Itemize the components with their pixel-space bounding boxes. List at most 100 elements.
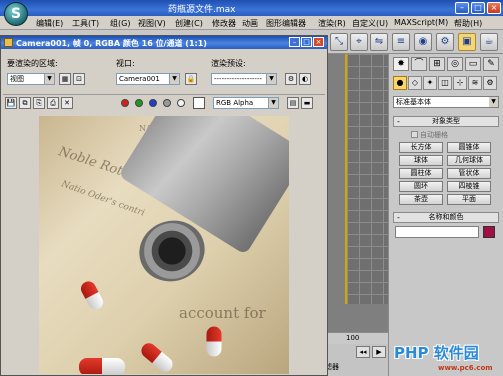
utilities-tab-icon[interactable]: ✎: [483, 57, 499, 71]
collapse-icon: -: [397, 213, 400, 222]
maximize-button[interactable]: □: [471, 2, 485, 14]
watermark: PHP 软件园 www.pc6.com: [392, 342, 502, 376]
menu-group[interactable]: 组(G): [110, 18, 130, 29]
green-channel-icon[interactable]: [135, 99, 143, 107]
chevron-down-icon: ▼: [266, 74, 276, 84]
menu-maxscript[interactable]: MAXScript(M): [394, 18, 448, 27]
render-window-title-bar: Camera001, 帧 0, RGBA 颜色 16 位/通道 (1:1) – …: [1, 36, 327, 49]
name-color-title: 名称和颜色: [428, 213, 464, 221]
align-icon[interactable]: ≡: [392, 33, 410, 51]
environment-icon[interactable]: ◐: [299, 73, 311, 85]
close-button[interactable]: ×: [487, 2, 501, 14]
space-warps-icon[interactable]: ≋: [468, 76, 482, 90]
collapse-icon: -: [397, 117, 400, 126]
box-button[interactable]: 长方体: [399, 142, 443, 153]
menu-modifiers[interactable]: 修改器: [212, 18, 236, 29]
copy-image-icon[interactable]: ⧉: [19, 97, 31, 109]
app-title-text: 药瓶源文件.max: [168, 5, 236, 15]
display-channel-select[interactable]: RGB Alpha ▼: [213, 97, 279, 109]
toggle-ui-icon[interactable]: ▬: [301, 97, 313, 109]
object-name-input[interactable]: [395, 226, 479, 238]
tube-button[interactable]: 管状体: [447, 168, 491, 179]
modify-tab-icon[interactable]: ⌒: [411, 57, 427, 71]
app-title-bar: 药瓶源文件.max – □ ×: [0, 0, 503, 16]
menu-graph-editors[interactable]: 图形编辑器: [266, 18, 306, 29]
object-type-title: 对象类型: [432, 117, 460, 125]
menu-create[interactable]: 创建(C): [175, 18, 203, 29]
torus-button[interactable]: 圆环: [399, 181, 443, 192]
edit-region-icon[interactable]: ▦: [59, 73, 71, 85]
render-window-toolbar: 💾 ⧉ ⎘ ⎙ ✕ RGB Alpha ▼ ▤ ▬: [3, 94, 325, 110]
menu-views[interactable]: 视图(V): [138, 18, 166, 29]
save-image-icon[interactable]: 💾: [5, 97, 17, 109]
render-setup-icon[interactable]: ⚙: [436, 33, 454, 51]
menu-tools[interactable]: 工具(T): [72, 18, 99, 29]
render-window-close-button[interactable]: ×: [313, 37, 324, 47]
motion-tab-icon[interactable]: ◎: [447, 57, 463, 71]
cylinder-button[interactable]: 圆柱体: [399, 168, 443, 179]
area-to-render-select[interactable]: 视图 ▼: [7, 73, 55, 85]
name-color-rollout[interactable]: - 名称和颜色: [393, 212, 499, 223]
cameras-icon[interactable]: ◫: [438, 76, 452, 90]
helpers-icon[interactable]: ⊹: [453, 76, 467, 90]
menu-animation[interactable]: 动画: [242, 18, 258, 29]
monochrome-icon[interactable]: [177, 99, 185, 107]
minimize-button[interactable]: –: [455, 2, 469, 14]
menu-bar: 编辑(E) 工具(T) 组(G) 视图(V) 创建(C) 修改器 动画 图形编辑…: [0, 16, 503, 30]
chevron-down-icon: ▼: [489, 97, 498, 107]
toggle-ui-overlay-icon[interactable]: ▤: [287, 97, 299, 109]
render-window-maximize-button[interactable]: □: [301, 37, 312, 47]
teapot-button[interactable]: 茶壶: [399, 194, 443, 205]
play-icon[interactable]: ▶: [372, 346, 386, 358]
object-color-swatch[interactable]: [483, 226, 495, 238]
create-tab-icon[interactable]: ✸: [393, 57, 409, 71]
print-image-icon[interactable]: ⎙: [47, 97, 59, 109]
sphere-button[interactable]: 球体: [399, 155, 443, 166]
hierarchy-tab-icon[interactable]: ⊞: [429, 57, 445, 71]
quick-render-icon[interactable]: ☕: [480, 33, 498, 51]
object-type-rollout[interactable]: - 对象类型: [393, 116, 499, 127]
cone-button[interactable]: 圆锥体: [447, 142, 491, 153]
shapes-icon[interactable]: ◇: [408, 76, 422, 90]
material-editor-icon[interactable]: ◉: [414, 33, 432, 51]
red-channel-icon[interactable]: [121, 99, 129, 107]
lights-icon[interactable]: ✦: [423, 76, 437, 90]
geometry-icon[interactable]: ●: [393, 76, 407, 90]
render-setup-small-icon[interactable]: ⚙: [285, 73, 297, 85]
object-category-value: 标准基本体: [396, 98, 431, 106]
3dsmax-window: 药瓶源文件.max – □ × S 编辑(E) 工具(T) 组(G) 视图(V)…: [0, 0, 503, 376]
lock-viewport-icon[interactable]: 🔒: [185, 73, 197, 85]
autogrid-checkbox[interactable]: 自动栅格: [411, 130, 448, 140]
menu-help[interactable]: 帮助(H): [454, 18, 482, 29]
pyramid-button[interactable]: 四棱锥: [447, 181, 491, 192]
render-frame-icon[interactable]: ▣: [458, 33, 476, 51]
color-swatch[interactable]: [193, 97, 205, 109]
viewport-select[interactable]: Camera001 ▼: [116, 73, 180, 85]
viewport-label: 视口:: [116, 59, 135, 68]
render-window-minimize-button[interactable]: –: [289, 37, 300, 47]
auto-region-icon[interactable]: ⊡: [73, 73, 85, 85]
prev-frame-icon[interactable]: ◂◂: [356, 346, 370, 358]
systems-icon[interactable]: ⚙: [483, 76, 497, 90]
blue-channel-icon[interactable]: [149, 99, 157, 107]
menu-customize[interactable]: 自定义(U): [352, 18, 388, 29]
clear-image-icon[interactable]: ✕: [61, 97, 73, 109]
pill-model: [79, 358, 125, 374]
render-preset-select[interactable]: ------------------- ▼: [211, 73, 277, 85]
watermark-url: www.pc6.com: [438, 364, 493, 372]
object-category-select[interactable]: 标准基本体 ▼: [393, 96, 499, 108]
geosphere-button[interactable]: 几何球体: [447, 155, 491, 166]
area-to-render-label: 要渲染的区域:: [7, 59, 58, 68]
clone-frame-icon[interactable]: ⎘: [33, 97, 45, 109]
reference-coord-icon[interactable]: ⌖: [350, 33, 368, 51]
mirror-icon[interactable]: ⇋: [370, 33, 388, 51]
plane-button[interactable]: 平面: [447, 194, 491, 205]
alpha-channel-icon[interactable]: [163, 99, 171, 107]
menu-edit[interactable]: 编辑(E): [36, 18, 63, 29]
menu-rendering[interactable]: 渲染(R): [318, 18, 346, 29]
viewport-perspective[interactable]: [345, 54, 388, 304]
select-scale-icon[interactable]: ⤡: [330, 33, 348, 51]
render-preset-value: -------------------: [214, 75, 262, 83]
display-tab-icon[interactable]: ▭: [465, 57, 481, 71]
app-logo-icon[interactable]: S: [4, 2, 28, 26]
